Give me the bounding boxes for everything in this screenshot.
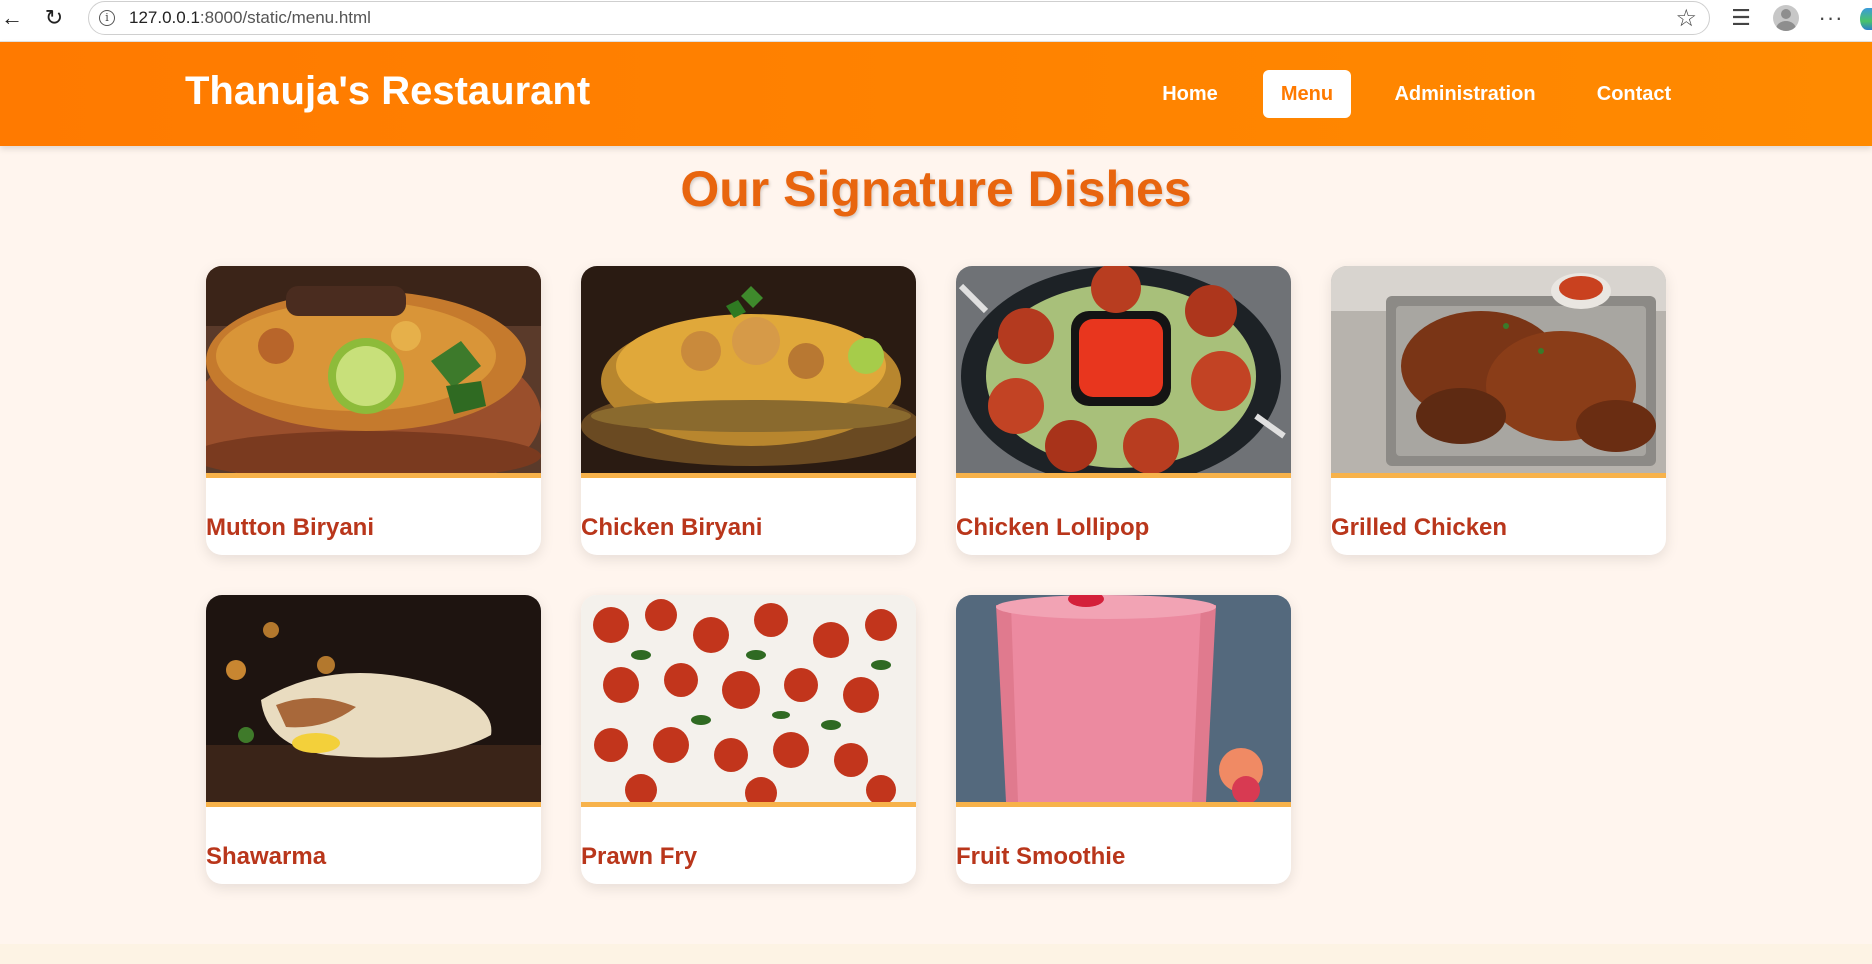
browser-logo-icon[interactable] <box>1860 8 1872 30</box>
dish-image-prawn-fry <box>581 595 916 802</box>
back-icon[interactable]: ← <box>0 4 26 32</box>
avatar <box>1773 5 1799 31</box>
dish-image-shawarma <box>206 595 541 802</box>
dish-name: Mutton Biryani <box>206 514 374 541</box>
page-title: Our Signature Dishes <box>680 161 1192 217</box>
browser-toolbar: ← ↻ i 127.0.0.1:8000/static/menu.html ☆ … <box>0 0 1872 42</box>
nav-menu[interactable]: Menu <box>1263 70 1351 118</box>
card-accent-bar <box>206 802 541 807</box>
card-accent-bar <box>956 802 1291 807</box>
dish-name: Shawarma <box>206 843 327 870</box>
dish-card[interactable]: Shawarma <box>206 595 541 884</box>
url-text[interactable]: 127.0.0.1:8000/static/menu.html <box>129 8 371 28</box>
nav-home[interactable]: Home <box>1150 70 1230 118</box>
reload-icon[interactable]: ↻ <box>40 4 68 32</box>
dish-name: Grilled Chicken <box>1331 514 1508 541</box>
footer-strip <box>0 944 1872 964</box>
address-bar[interactable]: i 127.0.0.1:8000/static/menu.html ☆ <box>88 1 1710 35</box>
more-icon[interactable]: ··· <box>1816 3 1846 33</box>
dish-image-grilled-chicken <box>1331 266 1666 473</box>
dish-card[interactable]: Mutton Biryani <box>206 266 541 555</box>
dish-image-mutton-biryani <box>206 266 541 473</box>
dish-card[interactable]: Prawn Fry <box>581 595 916 884</box>
dish-name: Fruit Smoothie <box>956 843 1126 870</box>
star-icon[interactable]: ☆ <box>1675 4 1697 33</box>
dish-name: Chicken Lollipop <box>956 514 1150 541</box>
url-host: 127.0.0.1 <box>129 8 200 27</box>
card-accent-bar <box>581 802 916 807</box>
card-accent-bar <box>206 473 541 478</box>
dish-image-fruit-smoothie <box>956 595 1291 802</box>
card-accent-bar <box>581 473 916 478</box>
nav-contact[interactable]: Contact <box>1582 70 1686 118</box>
dish-card[interactable]: Chicken Lollipop <box>956 266 1291 555</box>
nav-administration[interactable]: Administration <box>1386 70 1544 118</box>
dish-card[interactable]: Fruit Smoothie <box>956 595 1291 884</box>
dish-card[interactable]: Chicken Biryani <box>581 266 916 555</box>
url-path: :8000/static/menu.html <box>199 8 371 27</box>
site-header: Thanuja's Restaurant Home Menu Administr… <box>0 42 1872 146</box>
card-accent-bar <box>956 473 1291 478</box>
dish-name: Prawn Fry <box>581 843 698 870</box>
dish-image-chicken-biryani <box>581 266 916 473</box>
card-accent-bar <box>1331 473 1666 478</box>
info-icon[interactable]: i <box>99 10 115 26</box>
dish-image-chicken-lollipop <box>956 266 1291 473</box>
main-nav: Home Menu Administration Contact <box>0 70 1872 118</box>
dish-card[interactable]: Grilled Chicken <box>1331 266 1666 555</box>
favorites-icon[interactable]: ☰ <box>1726 3 1756 33</box>
dish-name: Chicken Biryani <box>581 514 763 541</box>
profile-icon[interactable] <box>1770 3 1800 33</box>
